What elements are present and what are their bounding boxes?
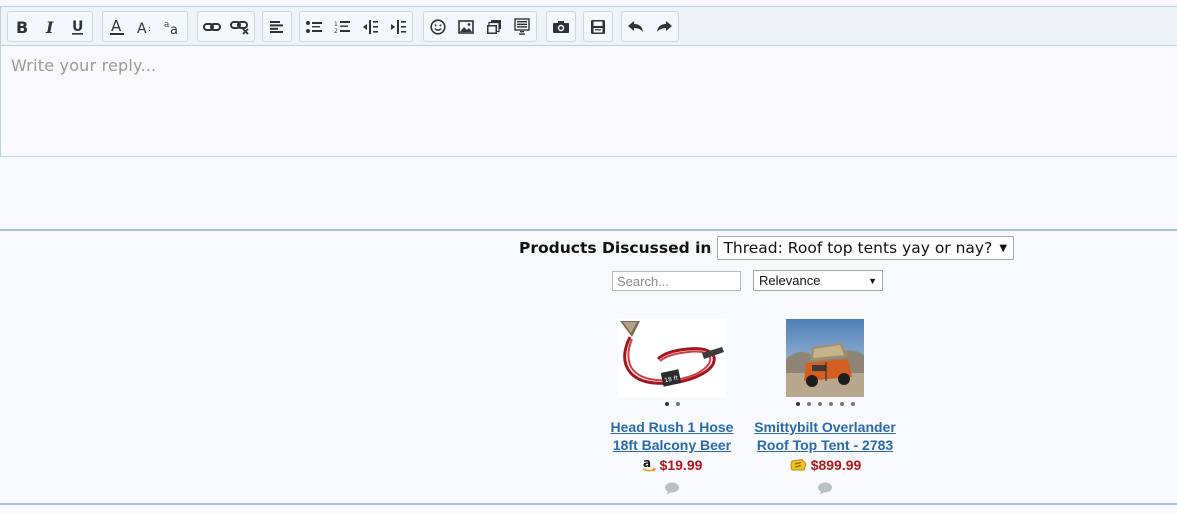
price-tag-icon [790, 458, 807, 471]
chevron-down-icon: ▼ [999, 242, 1008, 254]
bold-icon[interactable]: B [8, 12, 36, 41]
scope-select-value: Thread: Roof top tents yay or nay? [723, 239, 993, 257]
pager-dot[interactable] [839, 402, 844, 406]
font-size-icon[interactable]: A: [131, 12, 159, 41]
comment-icon[interactable] [664, 482, 680, 495]
align-left-icon[interactable] [263, 12, 291, 41]
product-price: $19.99 [659, 457, 703, 473]
product-title-line: 18ft Balcony Beer [612, 437, 732, 453]
media-icon[interactable] [480, 12, 508, 41]
svg-text:I: I [45, 19, 54, 35]
chevron-down-icon: ▼ [868, 275, 877, 286]
pager-dot[interactable] [850, 402, 855, 406]
product-image-hose[interactable]: 18 ft [618, 319, 726, 397]
save-draft-icon[interactable] [584, 12, 612, 41]
section-divider-bottom [0, 503, 1177, 505]
bulleted-list-icon[interactable] [300, 12, 328, 41]
pager-dot[interactable] [675, 402, 680, 406]
toolbar-group-font: A A: aa [102, 11, 188, 42]
smilie-icon[interactable] [424, 12, 452, 41]
svg-text:A: A [137, 21, 147, 35]
svg-text:a: a [170, 23, 178, 35]
toolbar-group-lists: 12 [299, 11, 413, 42]
toolbar-group-text-style: B I U [7, 11, 93, 42]
underline-icon[interactable]: U [64, 12, 92, 41]
link-icon[interactable] [198, 12, 226, 41]
quote-icon[interactable] [508, 12, 536, 41]
pager-dot[interactable] [806, 402, 811, 406]
image-pager [592, 402, 752, 408]
camera-icon[interactable] [547, 12, 575, 41]
sort-select-value: Relevance [759, 273, 821, 288]
redo-icon[interactable] [650, 12, 678, 41]
toolbar-group-insert [423, 11, 537, 42]
product-title-line: Roof Top Tent - 2783 [756, 437, 894, 453]
comment-icon[interactable] [817, 482, 833, 495]
pager-dot[interactable] [664, 402, 669, 406]
svg-text:B: B [16, 19, 28, 35]
products-title: Products Discussed in [519, 239, 712, 257]
product-title-link[interactable]: Head Rush 1 Hose 18ft Balcony Beer [592, 418, 752, 454]
undo-icon[interactable] [622, 12, 650, 41]
svg-text:U: U [72, 19, 83, 35]
product-search-input[interactable]: Search... [612, 271, 741, 291]
product-search-placeholder: Search... [617, 274, 670, 289]
product-title-link[interactable]: Smittybilt Overlander Roof Top Tent - 27… [745, 418, 905, 454]
pager-dot[interactable] [795, 402, 800, 406]
amazon-icon: a [642, 457, 656, 472]
svg-text:A: A [111, 18, 122, 35]
editor-toolbar: B I U A A: aa 1 2 [1, 7, 1177, 46]
text-color-icon[interactable]: A [103, 12, 131, 41]
toolbar-group-links [197, 11, 255, 42]
pager-dot[interactable] [828, 402, 833, 406]
sort-select[interactable]: Relevance ▼ [753, 270, 883, 291]
products-header: Products Discussed in Thread: Roof top t… [519, 236, 1015, 260]
reply-editor: B I U A A: aa 1 2 Write your reply... [0, 6, 1177, 157]
indent-icon[interactable] [384, 12, 412, 41]
svg-text:1: 1 [334, 21, 338, 28]
font-family-icon[interactable]: aa [159, 12, 187, 41]
image-icon[interactable] [452, 12, 480, 41]
product-title-line: Smittybilt Overlander [754, 419, 896, 435]
toolbar-group-draft [583, 11, 613, 42]
italic-icon[interactable]: I [36, 12, 64, 41]
image-pager [745, 402, 905, 408]
svg-text:a: a [643, 457, 651, 470]
svg-text:2: 2 [334, 28, 338, 34]
toolbar-group-history [621, 11, 679, 42]
scope-select[interactable]: Thread: Roof top tents yay or nay? ▼ [717, 236, 1015, 260]
product-image-roof-tent[interactable] [786, 319, 864, 397]
product-card: Smittybilt Overlander Roof Top Tent - 27… [745, 319, 905, 495]
toolbar-group-align [262, 11, 292, 42]
product-price: $899.99 [810, 457, 862, 473]
reply-textarea[interactable]: Write your reply... [1, 47, 1177, 156]
toolbar-group-camera [546, 11, 576, 42]
price-row: a $19.99 [592, 456, 752, 474]
product-title-line: Head Rush 1 Hose [610, 419, 734, 435]
reply-placeholder: Write your reply... [11, 56, 157, 75]
pager-dot[interactable] [817, 402, 822, 406]
outdent-icon[interactable] [356, 12, 384, 41]
product-card: 18 ft Head Rush 1 Hose 18ft Balcony Beer… [592, 319, 752, 495]
numbered-list-icon[interactable]: 12 [328, 12, 356, 41]
unlink-icon[interactable] [226, 12, 254, 41]
svg-text::: : [148, 24, 151, 33]
price-row: $899.99 [745, 456, 905, 474]
section-divider-top [0, 229, 1177, 231]
